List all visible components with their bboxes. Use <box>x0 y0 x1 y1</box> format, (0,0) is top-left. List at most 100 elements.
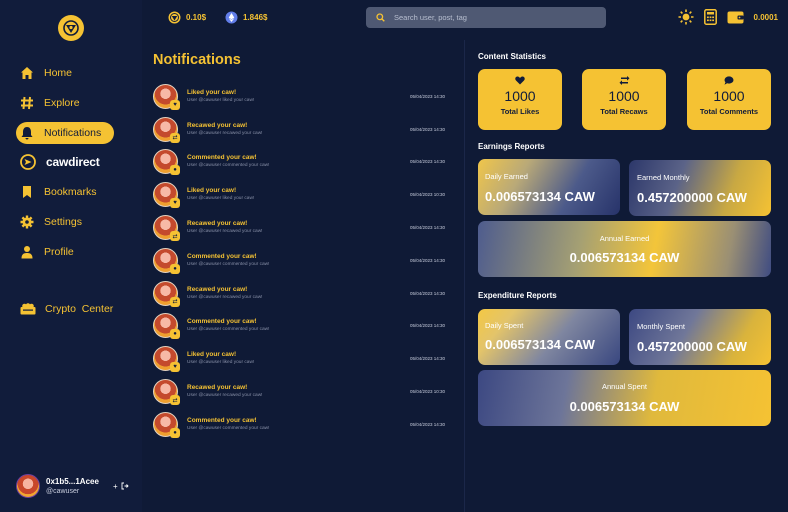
user-info: 0x1b5...1Acee @cawuser <box>46 477 99 496</box>
notification-description: User @cawuser recawed your caw! <box>187 229 263 235</box>
sidebar-item-label: Home <box>44 67 73 79</box>
sidebar-item-cawdirect[interactable]: cawdirect <box>16 151 134 173</box>
column-divider <box>464 40 465 512</box>
notification-type-icon: ● <box>170 165 180 176</box>
notification-title: Commented your caw! <box>187 154 257 162</box>
notification-text: Recawed your caw! User @cawuser recawed y… <box>187 286 387 301</box>
notification-description: User @cawuser commented your caw! <box>187 425 270 431</box>
notification-time: 05/04/2023 10:30 <box>409 389 445 395</box>
notification-time: 05/04/2023 14:30 <box>409 126 445 132</box>
notification-description: User @cawuser recawed your caw! <box>187 130 263 136</box>
notification-item[interactable]: ⇄ Recawed your caw! User @cawuser recawed … <box>153 375 453 408</box>
notification-description: User @cawuser recawed your caw! <box>187 393 263 399</box>
notification-title: Liked your caw! <box>187 187 237 195</box>
annual-spent-card: Annual Spent 0.006573134 CAW <box>478 370 771 426</box>
bell-icon <box>21 126 33 140</box>
notification-text: Commented your caw! User @cawuser comment… <box>187 154 387 169</box>
user-card[interactable]: 0x1b5...1Acee @cawuser + <box>16 474 129 498</box>
notification-time: 05/04/2023 14:30 <box>409 159 445 165</box>
gear-icon <box>20 215 34 229</box>
caw-logo-icon <box>63 20 79 36</box>
user-icon <box>21 245 33 259</box>
sidebar-item-explore[interactable]: Explore <box>16 92 134 114</box>
notification-time: 05/04/2023 10:30 <box>409 192 445 198</box>
crypto-center-link[interactable]: Crypto Center <box>20 303 113 315</box>
total-comments-value: 1000 <box>713 88 745 104</box>
total-comments-label: Total Comments <box>699 107 759 116</box>
eth-price-value: 1.846$ <box>243 13 268 22</box>
total-likes-label: Total Likes <box>500 107 540 116</box>
notification-description: User @cawuser commented your caw! <box>187 261 270 267</box>
notification-time: 05/04/2023 14:30 <box>409 257 445 263</box>
search-icon <box>376 13 385 22</box>
user-handle: @cawuser <box>46 487 80 495</box>
caw-logo[interactable] <box>58 15 84 41</box>
total-likes-value: 1000 <box>504 88 536 104</box>
avatar: ● <box>153 149 180 176</box>
notification-item[interactable]: ● Commented your caw! User @cawuser commen… <box>153 408 453 441</box>
sidebar-item-home[interactable]: Home <box>16 62 134 84</box>
logout-icon[interactable] <box>121 482 129 490</box>
app-root: Home Explore Notifications cawdirect Boo… <box>0 0 788 512</box>
total-comments-card: 1000 Total Comments <box>687 69 771 130</box>
notification-description: User @cawuser liked your caw! <box>187 97 255 103</box>
sidebar-item-label: Settings <box>44 215 82 228</box>
notification-item[interactable]: ♥ Liked your caw! User @cawuser liked your… <box>153 342 453 375</box>
caw-price: 0.10$ <box>168 11 206 24</box>
recaw-icon <box>619 76 629 85</box>
notification-type-icon: ⇄ <box>170 395 180 406</box>
add-account-button[interactable]: + <box>113 482 118 491</box>
wallet-icon[interactable] <box>727 10 744 24</box>
daily-earned-card: Daily Earned 0.006573134 CAW <box>478 159 620 215</box>
notification-item[interactable]: ● Commented your caw! User @cawuser commen… <box>153 146 453 179</box>
sidebar-item-profile[interactable]: Profile <box>16 241 134 263</box>
notification-item[interactable]: ♥ Liked your caw! User @cawuser liked your… <box>153 80 453 113</box>
avatar: ⇄ <box>153 215 180 242</box>
annual-spent-label: Annual Spent <box>601 382 648 391</box>
sidebar-nav: Home Explore Notifications cawdirect Boo… <box>16 62 134 271</box>
notification-type-icon: ⇄ <box>170 296 180 307</box>
notification-text: Liked your caw! User @cawuser liked your … <box>187 351 387 366</box>
heart-icon <box>515 76 525 85</box>
sidebar-item-bookmarks[interactable]: Bookmarks <box>16 181 134 203</box>
notification-title: Commented your caw! <box>187 252 257 260</box>
avatar: ♥ <box>153 346 180 373</box>
expenditure-reports-heading: Expenditure Reports <box>478 291 557 300</box>
notification-item[interactable]: ⇄ Recawed your caw! User @cawuser recawed … <box>153 277 453 310</box>
notification-type-icon: ● <box>170 427 180 438</box>
notification-title: Recawed your caw! <box>187 384 248 392</box>
notification-item[interactable]: ● Commented your caw! User @cawuser commen… <box>153 310 453 343</box>
notification-title: Recawed your caw! <box>187 121 248 129</box>
sidebar-item-notifications[interactable]: Notifications <box>16 121 114 144</box>
notification-item[interactable]: ⇄ Recawed your caw! User @cawuser recawed … <box>153 211 453 244</box>
sidebar-item-label: Bookmarks <box>44 186 97 199</box>
sidebar-item-label: cawdirect <box>46 155 100 170</box>
daily-earned-label: Daily Earned <box>485 172 528 181</box>
caw-coin-icon <box>168 11 181 24</box>
monthly-spent-label: Monthly Spent <box>637 322 685 331</box>
annual-earned-value: 0.006573134 CAW <box>569 250 680 265</box>
notification-title: Liked your caw! <box>187 88 237 96</box>
search-input[interactable] <box>394 13 584 22</box>
notification-description: User @cawuser recawed your caw! <box>187 294 263 300</box>
avatar: ⇄ <box>153 280 180 307</box>
wallet-balance: 0.0001 <box>753 12 778 22</box>
notification-type-icon: ● <box>170 263 180 274</box>
sidebar-item-label: Profile <box>44 245 74 258</box>
notification-type-icon: ♥ <box>170 362 180 373</box>
notification-text: Recawed your caw! User @cawuser recawed y… <box>187 384 387 399</box>
avatar: ● <box>153 313 180 340</box>
calculator-icon[interactable] <box>703 9 717 25</box>
avatar: ⇄ <box>153 379 180 406</box>
sun-icon[interactable] <box>678 9 694 25</box>
notification-item[interactable]: ⇄ Recawed your caw! User @cawuser recawed … <box>153 113 453 146</box>
monthly-spent-card: Monthly Spent 0.457200000 CAW <box>629 309 771 365</box>
notification-text: Commented your caw! User @cawuser comment… <box>187 417 387 432</box>
sidebar-item-settings[interactable]: Settings <box>16 211 134 233</box>
bookmark-icon <box>23 186 31 199</box>
notification-item[interactable]: ● Commented your caw! User @cawuser commen… <box>153 244 453 277</box>
notification-title: Commented your caw! <box>187 416 257 424</box>
notification-title: Liked your caw! <box>187 351 237 359</box>
notification-item[interactable]: ♥ Liked your caw! User @cawuser liked your… <box>153 178 453 211</box>
search-bar[interactable] <box>366 7 606 28</box>
